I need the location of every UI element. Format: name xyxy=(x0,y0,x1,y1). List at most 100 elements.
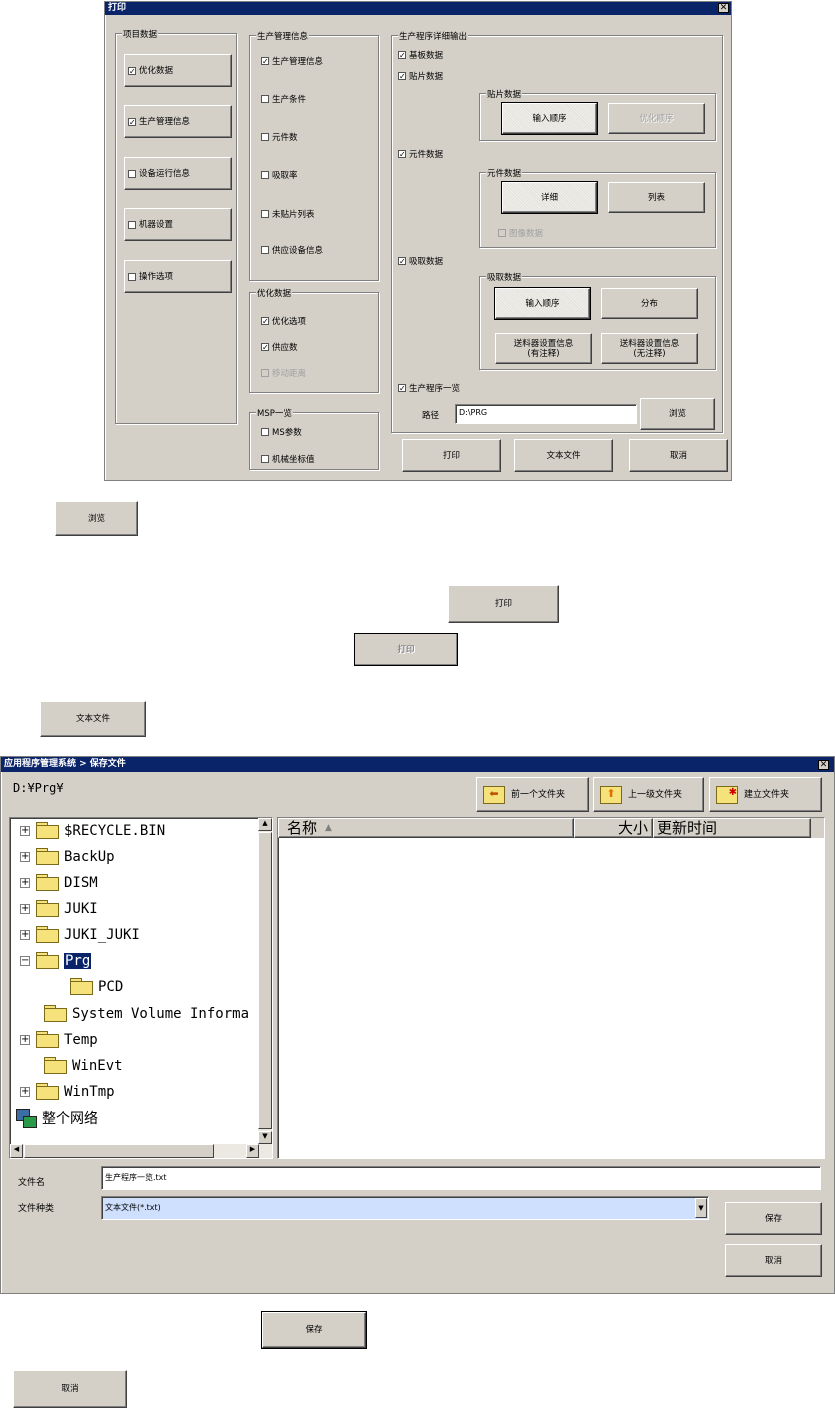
item-optimize-data-button[interactable]: ✓ 优化数据 xyxy=(124,54,232,87)
checkbox-icon[interactable]: ✓ xyxy=(128,117,136,126)
checkbox-icon[interactable]: ✓ xyxy=(398,72,406,81)
print-button[interactable]: 打印 xyxy=(402,439,501,472)
up-folder-button[interactable]: ⬆ 上一级文件夹 xyxy=(593,777,704,812)
pickup-distribution-button[interactable]: 分布 xyxy=(601,288,698,319)
component-list-button[interactable]: 列表 xyxy=(608,182,705,213)
tree-item[interactable]: WinEvt xyxy=(44,1057,123,1075)
checkbox-icon[interactable]: ✓ xyxy=(398,51,406,60)
tree-vscrollbar[interactable]: ▲ ▼ xyxy=(258,818,272,1144)
checkbox-icon[interactable]: ✓ xyxy=(128,66,136,75)
expand-icon[interactable]: + xyxy=(20,930,30,940)
checkbox-icon[interactable] xyxy=(261,210,269,218)
hscroll-thumb[interactable] xyxy=(24,1144,214,1158)
column-updated-header[interactable]: 更新时间 xyxy=(653,818,811,838)
component-data-checkbox[interactable]: ✓ 元件数据 xyxy=(398,148,443,160)
prev-folder-button[interactable]: ⬅ 前一个文件夹 xyxy=(476,777,589,812)
column-name-header[interactable]: 名称 ▲ xyxy=(278,818,574,838)
file-list[interactable]: 名称 ▲ 大小 更新时间 xyxy=(277,817,825,1159)
scroll-up-icon[interactable]: ▲ xyxy=(258,818,272,831)
component-count-checkbox[interactable]: 元件数 xyxy=(261,131,298,143)
tree-item[interactable]: + $RECYCLE.BIN xyxy=(20,822,165,840)
ms-param-checkbox[interactable]: MS参数 xyxy=(261,426,302,438)
item-prod-mgmt-button[interactable]: ✓ 生产管理信息 xyxy=(124,105,232,138)
feeder-setting-without-comment-button[interactable]: 送料器设置信息 (无注释) xyxy=(601,333,698,364)
tree-item[interactable]: + DISM xyxy=(20,874,98,892)
checkbox-icon[interactable] xyxy=(261,428,269,436)
component-detail-button[interactable]: 详细 xyxy=(501,181,598,214)
expand-icon[interactable]: + xyxy=(20,1087,30,1097)
tree-item-selected[interactable]: − Prg xyxy=(20,952,92,970)
dropdown-arrow-icon[interactable]: ▼ xyxy=(695,1198,707,1218)
program-list-checkbox[interactable]: ✓ 生产程序一览 xyxy=(398,382,460,394)
checkbox-icon[interactable] xyxy=(128,169,136,178)
close-icon[interactable]: ✕ xyxy=(818,760,829,770)
filename-input[interactable]: 生产程序一览.txt xyxy=(101,1166,821,1190)
checkbox-icon[interactable]: ✓ xyxy=(261,343,269,352)
tree-item[interactable]: + WinTmp xyxy=(20,1083,115,1101)
close-icon[interactable]: ✕ xyxy=(718,3,729,13)
tree-item[interactable]: + BackUp xyxy=(20,848,115,866)
checkbox-icon[interactable] xyxy=(261,455,269,463)
tree-item[interactable]: + Temp xyxy=(20,1031,98,1049)
cancel-button[interactable]: 取消 xyxy=(629,439,728,472)
checkbox-icon[interactable]: ✓ xyxy=(398,150,406,159)
checkbox-icon[interactable] xyxy=(261,246,269,254)
supply-count-checkbox[interactable]: ✓ 供应数 xyxy=(261,341,298,353)
feeder-info-checkbox[interactable]: 供应设备信息 xyxy=(261,244,323,256)
unmounted-list-checkbox[interactable]: 未贴片列表 xyxy=(261,208,315,220)
collapse-icon[interactable]: − xyxy=(20,956,30,966)
checkbox-icon[interactable] xyxy=(261,171,269,179)
pickup-rate-checkbox[interactable]: 吸取率 xyxy=(261,169,298,181)
expand-icon[interactable]: + xyxy=(20,852,30,862)
checkbox-icon[interactable]: ✓ xyxy=(261,317,269,326)
browse-button[interactable]: 浏览 xyxy=(640,398,715,430)
mount-input-order-button[interactable]: 输入顺序 xyxy=(501,102,598,135)
filetype-select[interactable]: 文本文件(*.txt) ▼ xyxy=(101,1196,709,1220)
cancel-button[interactable]: 取消 xyxy=(725,1244,822,1277)
tree-item[interactable]: + JUKI xyxy=(20,900,98,918)
checkbox-icon[interactable] xyxy=(128,272,136,281)
pickup-input-order-button[interactable]: 输入顺序 xyxy=(494,287,591,320)
text-file-button[interactable]: 文本文件 xyxy=(514,439,613,472)
expand-icon[interactable]: + xyxy=(20,826,30,836)
feeder-setting-with-comment-button[interactable]: 送料器设置信息 (有注释) xyxy=(495,333,592,364)
path-input[interactable]: D:\PRG xyxy=(455,404,637,424)
standalone-cancel-button[interactable]: 取消 xyxy=(13,1370,127,1408)
column-size-header[interactable]: 大小 xyxy=(574,818,653,838)
checkbox-icon[interactable] xyxy=(261,95,269,103)
mount-data-checkbox[interactable]: ✓ 贴片数据 xyxy=(398,70,443,82)
scroll-down-icon[interactable]: ▼ xyxy=(258,1131,272,1144)
standalone-save-button[interactable]: 保存 xyxy=(261,1311,367,1349)
tree-item[interactable]: PCD xyxy=(70,978,123,996)
checkbox-icon[interactable]: ✓ xyxy=(261,57,269,66)
scroll-thumb[interactable] xyxy=(258,832,272,1129)
expand-icon[interactable]: + xyxy=(20,1035,30,1045)
tree-item[interactable]: + JUKI_JUKI xyxy=(20,926,140,944)
scroll-right-icon[interactable]: ▶ xyxy=(246,1144,259,1158)
tree-item[interactable]: System Volume Informa xyxy=(44,1005,249,1023)
machine-coord-checkbox[interactable]: 机械坐标值 xyxy=(261,453,315,465)
new-folder-button[interactable]: ✱ 建立文件夹 xyxy=(709,777,822,812)
prod-mgmt-info-checkbox[interactable]: ✓ 生产管理信息 xyxy=(261,55,323,67)
item-machine-setting-button[interactable]: 机器设置 xyxy=(124,208,232,241)
prod-condition-checkbox[interactable]: 生产条件 xyxy=(261,93,306,105)
pickup-data-checkbox[interactable]: ✓ 吸取数据 xyxy=(398,255,443,267)
save-button[interactable]: 保存 xyxy=(725,1202,822,1235)
checkbox-icon[interactable]: ✓ xyxy=(398,384,406,393)
item-operation-option-button[interactable]: 操作选项 xyxy=(124,260,232,293)
expand-icon[interactable]: + xyxy=(20,878,30,888)
checkbox-icon[interactable]: ✓ xyxy=(398,257,406,266)
expand-icon[interactable]: + xyxy=(20,904,30,914)
folder-tree[interactable]: ▲ ▼ ◀ ▶ + $RECYCLE.BIN + BackUp + DISM + JUK… xyxy=(9,817,273,1159)
tree-item[interactable]: 整个网络 xyxy=(16,1108,98,1128)
standalone-print-gray-button[interactable]: 打印 xyxy=(354,633,458,666)
checkbox-icon[interactable] xyxy=(128,220,136,229)
optimize-option-checkbox[interactable]: ✓ 优化选项 xyxy=(261,315,306,327)
scroll-left-icon[interactable]: ◀ xyxy=(10,1144,23,1158)
tree-hscrollbar[interactable]: ◀ ▶ xyxy=(10,1144,272,1158)
standalone-print-button[interactable]: 打印 xyxy=(448,585,559,623)
basic-data-checkbox[interactable]: ✓ 基板数据 xyxy=(398,49,443,61)
standalone-text-file-button[interactable]: 文本文件 xyxy=(40,701,146,737)
standalone-browse-button[interactable]: 浏览 xyxy=(55,501,138,536)
checkbox-icon[interactable] xyxy=(261,133,269,141)
